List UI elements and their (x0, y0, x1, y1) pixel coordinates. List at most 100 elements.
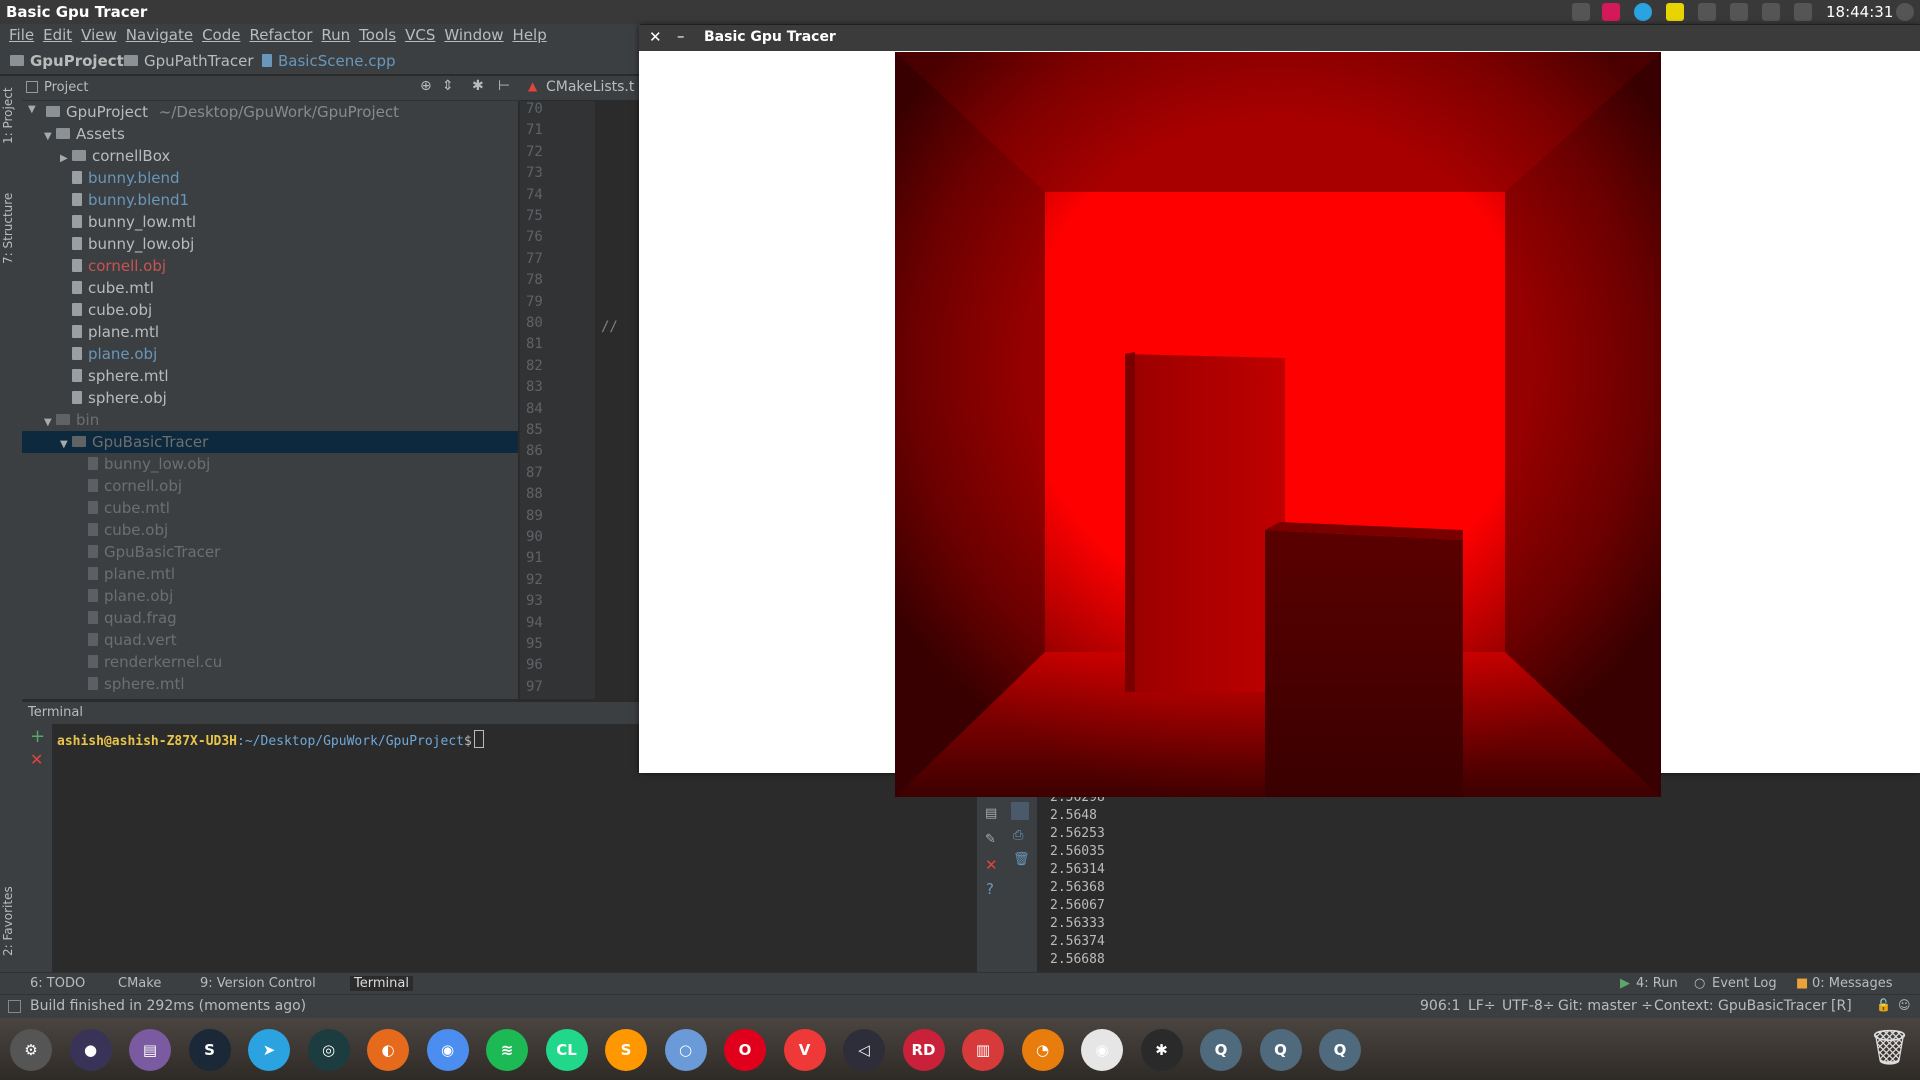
menu-tools[interactable]: Tools (359, 26, 396, 44)
tree-file[interactable]: renderkernel.cu (22, 651, 518, 673)
dock-rider-icon[interactable]: RD (902, 1029, 945, 1071)
breadcrumb-item-folder[interactable]: GpuPathTracer (124, 52, 254, 70)
dock-files-icon[interactable]: ▤ (129, 1029, 171, 1071)
scroll-to-end-icon[interactable] (1011, 802, 1029, 820)
dock-chromium-icon[interactable]: ○ (664, 1029, 707, 1071)
close-icon[interactable]: ✕ (30, 750, 43, 769)
sync-icon[interactable]: ⊕ (420, 78, 432, 94)
dock-qt-app-1-icon[interactable]: Q (1200, 1029, 1242, 1071)
volume-icon[interactable] (1794, 3, 1812, 21)
dump-threads-icon[interactable]: ▤ (985, 806, 997, 821)
tab-version-control[interactable]: 9: Version Control (200, 976, 316, 991)
menu-navigate[interactable]: Navigate (126, 26, 193, 44)
tree-file[interactable]: cube.obj (22, 299, 518, 321)
dock-telegram-icon[interactable]: ➤ (248, 1029, 290, 1071)
notes-tray-icon[interactable] (1666, 3, 1684, 21)
tab-todo[interactable]: 6: TODO (30, 976, 85, 991)
file-encoding[interactable]: UTF-8÷ (1502, 998, 1555, 1014)
breadcrumb-item-file[interactable]: BasicScene.cpp (262, 52, 396, 70)
tree-file[interactable]: cube.mtl (22, 277, 518, 299)
tab-cmakelists[interactable]: ▲ CMakeLists.t (520, 76, 640, 100)
tree-file[interactable]: GpuBasicTracer (22, 541, 518, 563)
run-output[interactable]: 2.564062.562982.56482.562532.560352.5631… (1037, 772, 1920, 972)
close-icon[interactable]: ✕ (985, 856, 998, 874)
minimize-window-icon[interactable]: – (677, 27, 685, 45)
inspector-icon[interactable]: ☺ (1898, 998, 1911, 1012)
dock-opera-icon[interactable]: O (724, 1029, 766, 1071)
tree-folder[interactable]: ▼ Assets (22, 123, 518, 145)
dock-qt-app-2-icon[interactable]: Q (1259, 1029, 1302, 1071)
menu-refactor[interactable]: Refactor (249, 26, 312, 44)
tree-file[interactable]: bunny_low.obj (22, 453, 518, 475)
tree-file[interactable]: bunny_low.obj (22, 233, 518, 255)
tab-favorites[interactable]: 2: Favorites (1, 886, 15, 956)
tab-event-log[interactable]: Event Log (1712, 976, 1777, 991)
tree-file[interactable]: plane.obj (22, 343, 518, 365)
expanded-arrow-icon[interactable]: ▼ (28, 104, 40, 115)
dock-visual-studio-icon[interactable]: ◁ (843, 1029, 885, 1071)
tree-file[interactable]: bunny.blend1 (22, 189, 518, 211)
pin-icon[interactable]: ✎ (985, 832, 996, 847)
dock-spotify-icon[interactable]: ≋ (486, 1029, 528, 1071)
dock-chrome-icon[interactable]: ◉ (426, 1029, 469, 1071)
tab-terminal[interactable]: Terminal (350, 976, 413, 991)
menu-file[interactable]: File (9, 26, 34, 44)
tree-file[interactable]: plane.mtl (22, 563, 518, 585)
project-panel-title[interactable]: Project (44, 80, 88, 95)
trash-icon[interactable]: 🗑 (1013, 852, 1030, 867)
camera-tray-icon[interactable] (1572, 3, 1590, 21)
power-icon[interactable] (1896, 3, 1914, 21)
battery-icon[interactable] (1698, 3, 1716, 21)
expanded-arrow-icon[interactable]: ▼ (44, 131, 56, 142)
keyboard-layout-icon[interactable] (1762, 3, 1780, 21)
lock-icon[interactable]: 🔓 (1876, 998, 1891, 1012)
jetbrains-toolbox-icon[interactable] (1602, 3, 1620, 21)
dock-qt-app-3-icon[interactable]: Q (1319, 1029, 1361, 1071)
tree-file[interactable]: plane.mtl (22, 321, 518, 343)
tree-file[interactable]: cube.mtl (22, 497, 518, 519)
tree-root[interactable]: ▼ GpuProject ~/Desktop/GpuWork/GpuProjec… (22, 101, 518, 123)
tree-file[interactable]: sphere.mtl (22, 673, 518, 695)
menu-code[interactable]: Code (202, 26, 240, 44)
code-area[interactable]: // (595, 101, 640, 699)
tree-file[interactable]: cube.obj (22, 519, 518, 541)
dock-blender-icon[interactable]: ◔ (1021, 1029, 1064, 1071)
menu-edit[interactable]: Edit (43, 26, 72, 44)
tab-structure[interactable]: 7: Structure (1, 193, 15, 264)
wifi-icon[interactable] (1730, 3, 1748, 21)
add-icon[interactable]: + (30, 726, 45, 747)
tree-file[interactable]: plane.obj (22, 585, 518, 607)
dock-camera-icon[interactable]: ◉ (1081, 1029, 1123, 1071)
dock-network-icon[interactable]: ✱ (1140, 1029, 1183, 1071)
dock-firefox-icon[interactable]: ◐ (367, 1029, 409, 1071)
tab-run[interactable]: 4: Run (1636, 976, 1678, 991)
tree-file[interactable]: quad.vert (22, 629, 518, 651)
tree-file[interactable]: sphere.obj (22, 387, 518, 409)
dock-tor-icon[interactable]: ● (69, 1029, 112, 1071)
help-icon[interactable]: ? (986, 880, 994, 898)
tree-file[interactable]: bunny_low.mtl (22, 211, 518, 233)
tab-cmake[interactable]: CMake (118, 976, 161, 991)
tab-project[interactable]: 1: Project (1, 87, 15, 144)
gear-icon[interactable]: ✱ (472, 78, 484, 94)
tree-file[interactable]: sphere.mtl (22, 365, 518, 387)
toggle-tool-window-icon[interactable] (8, 1000, 21, 1013)
git-branch[interactable]: Git: master ÷ (1558, 998, 1653, 1014)
clock[interactable]: 18:44:31 (1826, 3, 1893, 21)
line-separator[interactable]: LF÷ (1468, 998, 1496, 1014)
menu-vcs[interactable]: VCS (405, 26, 435, 44)
expanded-arrow-icon[interactable]: ▼ (60, 439, 72, 450)
trash-icon[interactable]: 🗑 (1868, 1028, 1911, 1070)
telegram-tray-icon[interactable] (1634, 3, 1652, 21)
tree-file[interactable]: bunny.blend (22, 167, 518, 189)
cursor-position[interactable]: 906:1 (1420, 998, 1460, 1014)
dock-settings-icon[interactable]: ⚙ (10, 1029, 52, 1071)
expanded-arrow-icon[interactable]: ▼ (44, 417, 56, 428)
dock-steam-icon[interactable]: S (188, 1029, 231, 1071)
close-window-icon[interactable]: ✕ (649, 28, 662, 46)
dock-clion-icon[interactable]: CL (545, 1029, 588, 1071)
dock-sublime-icon[interactable]: S (605, 1029, 647, 1071)
tree-file[interactable]: cornell.obj (22, 475, 518, 497)
hide-panel-icon[interactable]: ⊢ (498, 78, 510, 94)
menu-window[interactable]: Window (444, 26, 503, 44)
